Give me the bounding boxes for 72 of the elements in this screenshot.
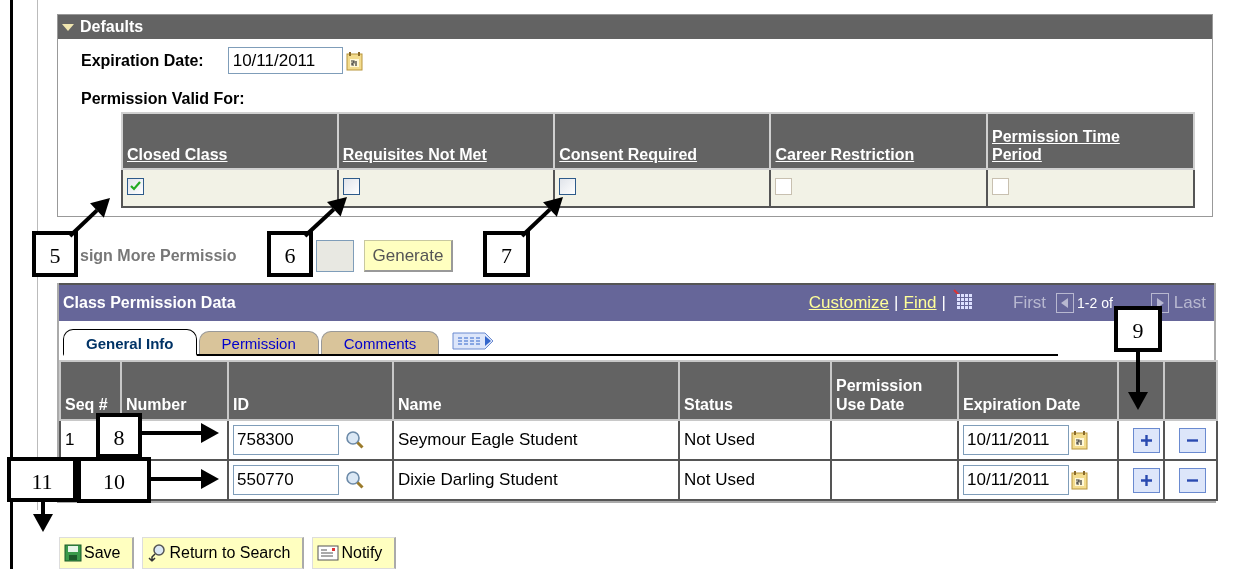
notify-button[interactable]: Notify <box>312 537 397 569</box>
tab[interactable]: General Info <box>63 329 197 356</box>
customize-link[interactable]: Customize <box>808 293 890 313</box>
callout-label: 5 <box>32 231 78 277</box>
calendar-icon[interactable] <box>1071 430 1089 450</box>
delete-row-button[interactable] <box>1179 467 1206 493</box>
table-cell: 1 <box>65 430 75 449</box>
callout-label: 11 <box>7 457 77 502</box>
save-button[interactable]: Save <box>59 537 135 569</box>
section-header[interactable]: Defaults <box>58 15 1212 39</box>
minus-icon <box>1186 478 1199 482</box>
table-cell: Not Used <box>684 430 755 449</box>
add-row-button[interactable] <box>1133 467 1160 493</box>
column-header: Number <box>126 396 187 413</box>
field-label: Expiration Date: <box>81 51 204 70</box>
checkbox[interactable] <box>342 177 360 195</box>
calendar-icon[interactable] <box>345 50 364 71</box>
search-icon[interactable] <box>345 430 365 450</box>
arrow <box>68 198 110 238</box>
section-title: Defaults <box>80 18 144 36</box>
date-field[interactable]: 10/11/2011 <box>963 465 1069 495</box>
arrow <box>151 469 219 489</box>
calendar-icon[interactable] <box>1071 470 1089 490</box>
tab[interactable]: Permission <box>198 331 319 354</box>
return-to-search-button[interactable]: Return to Search <box>142 537 305 569</box>
column-header: Name <box>398 396 442 413</box>
field-label: Permission Valid For: <box>81 90 246 108</box>
arrow <box>1128 352 1148 410</box>
collapse-icon[interactable] <box>62 23 74 31</box>
arrow <box>520 197 563 238</box>
callout-label: 9 <box>1114 306 1162 352</box>
arrow <box>303 197 347 238</box>
arrow <box>33 502 53 532</box>
separator: | <box>941 293 946 313</box>
date-field[interactable]: 10/11/2011 <box>227 47 343 74</box>
callout-label: 8 <box>96 413 142 458</box>
callout-label: 10 <box>77 457 151 503</box>
envelope-icon <box>317 544 340 562</box>
column-header-link[interactable]: Closed Class <box>127 146 228 164</box>
callout-label: 6 <box>267 231 313 277</box>
grid-view-icon[interactable] <box>953 289 973 309</box>
show-all-columns-icon[interactable] <box>451 331 496 351</box>
input-field[interactable] <box>315 240 354 272</box>
column-header: Permission Use Date <box>836 377 923 413</box>
table-cell: Not Used <box>684 470 755 489</box>
find-link[interactable]: Find <box>903 293 937 313</box>
delete-row-button[interactable] <box>1179 427 1206 453</box>
column-header: Seq # <box>65 396 108 413</box>
row-count: 1-2 of <box>1077 295 1113 311</box>
generate-button[interactable]: Generate <box>363 240 454 272</box>
plus-icon <box>1139 432 1154 448</box>
column-header: Status <box>684 396 733 413</box>
id-field[interactable]: 550770 <box>233 465 339 495</box>
grid-title: Class Permission Data <box>63 294 237 312</box>
separator: | <box>894 293 899 313</box>
callout-label: 7 <box>483 231 530 277</box>
id-field[interactable]: 758300 <box>233 425 339 455</box>
checkbox[interactable] <box>559 177 577 195</box>
field-label: sign More Permissio <box>80 247 237 265</box>
date-field[interactable]: 10/11/2011 <box>963 425 1069 455</box>
checkbox[interactable] <box>127 177 144 195</box>
table-cell: Seymour Eagle Student <box>398 430 578 449</box>
column-header: Expiration Date <box>963 396 1081 413</box>
search-icon[interactable] <box>345 470 365 490</box>
plus-icon <box>1139 472 1154 488</box>
previous-icon[interactable] <box>1056 293 1075 313</box>
add-row-button[interactable] <box>1133 427 1160 453</box>
magnifier-arrow-icon <box>147 543 168 563</box>
column-header: ID <box>233 396 249 413</box>
table-cell: Dixie Darling Student <box>398 470 558 489</box>
minus-icon <box>1186 438 1199 442</box>
tab[interactable]: Comments <box>320 331 440 354</box>
